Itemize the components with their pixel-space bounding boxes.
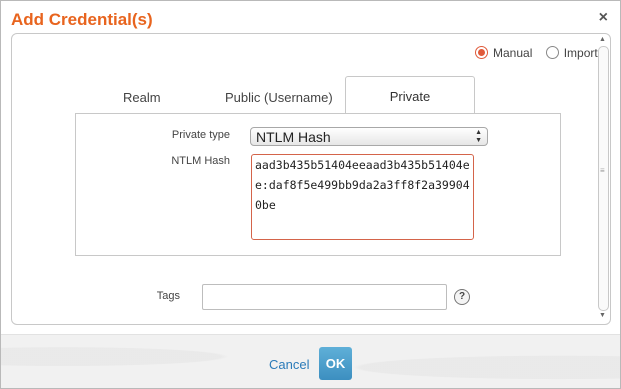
ok-button[interactable]: OK — [319, 347, 352, 380]
private-type-value: NTLM Hash — [256, 129, 331, 145]
ntlm-hash-textarea[interactable]: aad3b435b51404eeaad3b435b51404ee:daf8f5e… — [251, 154, 474, 240]
content-panel: Manual Import Realm Public (Username) Pr… — [11, 33, 611, 325]
dialog-footer: Cancel OK — [1, 334, 620, 388]
help-icon[interactable]: ? — [454, 289, 470, 305]
scroll-track[interactable] — [598, 46, 609, 311]
mode-radio-group: Manual Import — [475, 46, 608, 60]
panel-scrollbar[interactable]: ▲ ≡ ▼ — [598, 36, 609, 321]
manual-radio[interactable] — [475, 46, 488, 59]
tags-label: Tags — [156, 290, 180, 302]
scroll-up-icon[interactable]: ▲ — [599, 36, 606, 43]
import-radio[interactable] — [545, 46, 559, 59]
ntlm-hash-label: NTLM Hash — [171, 155, 230, 167]
scroll-down-icon[interactable]: ▼ — [599, 312, 606, 319]
import-radio-label[interactable]: Import — [564, 46, 598, 60]
add-credential-dialog: Add Credential(s) × Manual Import Realm … — [0, 0, 621, 389]
manual-radio-label[interactable]: Manual — [493, 46, 532, 60]
tags-input[interactable] — [202, 284, 447, 310]
select-arrows-icon: ▲ ▼ — [475, 129, 482, 144]
tab-public-username[interactable]: Public (Username) — [225, 90, 333, 105]
cancel-button[interactable]: Cancel — [269, 357, 309, 372]
scroll-grip-icon: ≡ — [600, 166, 605, 175]
private-type-label: Private type — [171, 129, 230, 141]
private-type-select[interactable]: NTLM Hash ▲ ▼ — [250, 127, 488, 146]
dialog-title: Add Credential(s) — [11, 10, 153, 29]
tab-realm[interactable]: Realm — [123, 90, 161, 105]
close-icon[interactable]: × — [599, 9, 608, 27]
tab-private[interactable]: Private — [345, 76, 475, 114]
